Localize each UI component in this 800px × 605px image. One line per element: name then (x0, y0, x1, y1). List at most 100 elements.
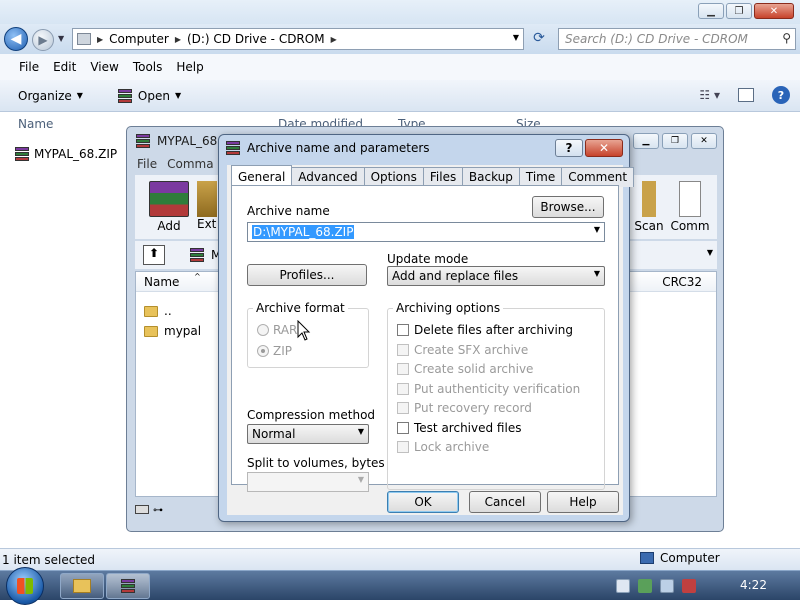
organize-button[interactable]: Organize ▼ (12, 89, 89, 103)
winrar-menu-file[interactable]: File (137, 157, 157, 171)
tab-advanced[interactable]: Advanced (291, 167, 365, 187)
winrar-minimize-button[interactable]: ▁ (633, 133, 659, 149)
close-button[interactable]: ✕ (754, 3, 794, 19)
up-arrow-icon[interactable]: ⬆ (143, 245, 165, 265)
winrar-comment-button[interactable]: Comm (667, 181, 713, 233)
test-archived-checkbox[interactable]: Test archived files (397, 421, 521, 435)
recovery-record-checkbox[interactable]: Put recovery record (397, 401, 532, 415)
search-input[interactable]: Search (D:) CD Drive - CDROM ⚲ (558, 28, 796, 50)
update-mode-value: Add and replace files (392, 269, 519, 283)
delete-files-checkbox[interactable]: Delete files after archiving (397, 323, 573, 337)
winrar-scan-label: Scan (634, 219, 664, 233)
update-mode-label: Update mode (387, 252, 469, 266)
delete-files-label: Delete files after archiving (414, 323, 574, 337)
archive-name-input[interactable]: D:\MYPAL_68.ZIP ▼ (247, 222, 605, 242)
winrar-icon (117, 88, 133, 104)
menu-edit[interactable]: Edit (46, 60, 83, 74)
winrar-icon (120, 578, 136, 594)
help-button[interactable]: Help (547, 491, 619, 513)
address-bar[interactable]: ▶ Computer ▶ (D:) CD Drive - CDROM ▶ ▼ (72, 28, 524, 50)
column-name[interactable]: Name (18, 117, 53, 131)
radio-icon (257, 324, 269, 336)
create-sfx-checkbox[interactable]: Create SFX archive (397, 343, 528, 357)
browse-button[interactable]: Browse... (532, 196, 604, 218)
compression-method-select[interactable]: Normal ▼ (247, 424, 369, 444)
tab-files[interactable]: Files (422, 167, 463, 187)
tab-comment[interactable]: Comment (561, 167, 635, 187)
ok-button[interactable]: OK (387, 491, 459, 513)
search-placeholder: Search (D:) CD Drive - CDROM (565, 32, 748, 46)
maximize-button[interactable]: ❐ (726, 3, 752, 19)
checkbox-icon (397, 363, 409, 375)
create-solid-checkbox[interactable]: Create solid archive (397, 362, 533, 376)
update-mode-select[interactable]: Add and replace files ▼ (387, 266, 605, 286)
winrar-maximize-button[interactable]: ❐ (662, 133, 688, 149)
document-icon[interactable] (616, 579, 630, 593)
menu-file[interactable]: File (12, 60, 46, 74)
winrar-status-bar: ⊶ (135, 505, 163, 516)
format-rar-radio[interactable]: RAR (257, 323, 297, 337)
tab-general[interactable]: General (231, 165, 293, 187)
chevron-right-icon: ▶ (97, 34, 104, 44)
tab-backup[interactable]: Backup (461, 167, 520, 187)
minimize-button[interactable]: ▁ (698, 3, 724, 19)
open-button[interactable]: Open ▼ (111, 88, 187, 104)
refresh-icon[interactable]: ⟳ (530, 30, 548, 48)
open-label: Open (137, 88, 170, 103)
chevron-down-icon[interactable]: ▼ (594, 225, 600, 234)
list-item-label: mypal (164, 324, 202, 338)
breadcrumb-computer[interactable]: Computer (109, 32, 169, 46)
comment-icon (679, 181, 701, 217)
search-icon[interactable]: ⚲ (782, 31, 791, 45)
winrar-add-button[interactable]: Add (141, 181, 197, 233)
start-button[interactable] (6, 567, 44, 605)
recent-pages-button[interactable]: ▼ (58, 34, 64, 43)
forward-button[interactable]: ▶ (32, 29, 54, 51)
volume-muted-icon[interactable] (682, 579, 696, 593)
chevron-down-icon[interactable]: ▼ (707, 248, 713, 257)
lock-archive-checkbox[interactable]: Lock archive (397, 440, 489, 454)
winrar-column-crc32[interactable]: CRC32 (662, 275, 702, 289)
breadcrumb-cd-drive[interactable]: (D:) CD Drive - CDROM (187, 32, 325, 46)
list-item-label: .. (164, 304, 172, 318)
format-zip-radio[interactable]: ZIP (257, 344, 292, 358)
winrar-icon (189, 247, 205, 263)
close-icon: ✕ (598, 141, 610, 155)
winrar-scan-button[interactable]: Scan (629, 181, 669, 233)
network-icon[interactable] (660, 579, 674, 593)
winrar-close-button[interactable]: ✕ (691, 133, 717, 149)
list-item[interactable]: mypal (144, 324, 201, 338)
action-center-icon[interactable] (638, 579, 652, 593)
taskbar: 4:22 (0, 567, 800, 605)
authenticity-checkbox[interactable]: Put authenticity verification (397, 382, 580, 396)
split-volumes-input[interactable]: ▼ (247, 472, 369, 492)
menu-tools[interactable]: Tools (126, 60, 170, 74)
taskbar-clock[interactable]: 4:22 (740, 578, 767, 592)
file-item[interactable]: MYPAL_68.ZIP (14, 144, 118, 164)
checkbox-icon (397, 324, 409, 336)
cancel-button[interactable]: Cancel (469, 491, 541, 513)
preview-pane-icon[interactable] (738, 88, 754, 102)
list-item[interactable]: .. (144, 304, 172, 318)
tab-time[interactable]: Time (518, 167, 563, 187)
profiles-button[interactable]: Profiles... (247, 264, 367, 286)
drive-icon (77, 33, 91, 45)
chevron-down-icon[interactable]: ▼ (513, 33, 519, 42)
radio-selected-icon (257, 345, 269, 357)
dialog-title: Archive name and parameters (247, 141, 430, 155)
menu-help[interactable]: Help (169, 60, 210, 74)
views-icon[interactable]: ☷ ▾ (699, 88, 720, 102)
taskbar-explorer-button[interactable] (60, 573, 104, 599)
address-row: ◀ ▶ ▼ ▶ Computer ▶ (D:) CD Drive - CDROM… (0, 24, 800, 54)
tab-options[interactable]: Options (363, 167, 424, 187)
back-button[interactable]: ◀ (4, 27, 28, 51)
archive-name-label: Archive name (247, 204, 330, 218)
format-zip-label: ZIP (273, 344, 292, 358)
menu-view[interactable]: View (83, 60, 125, 74)
winrar-column-name[interactable]: Name (144, 275, 179, 289)
dialog-close-button[interactable]: ✕ (585, 139, 623, 157)
dialog-help-button[interactable]: ? (555, 139, 583, 157)
help-icon[interactable]: ? (772, 86, 790, 104)
winrar-menu-commands[interactable]: Comma (167, 157, 213, 171)
taskbar-winrar-button[interactable] (106, 573, 150, 599)
